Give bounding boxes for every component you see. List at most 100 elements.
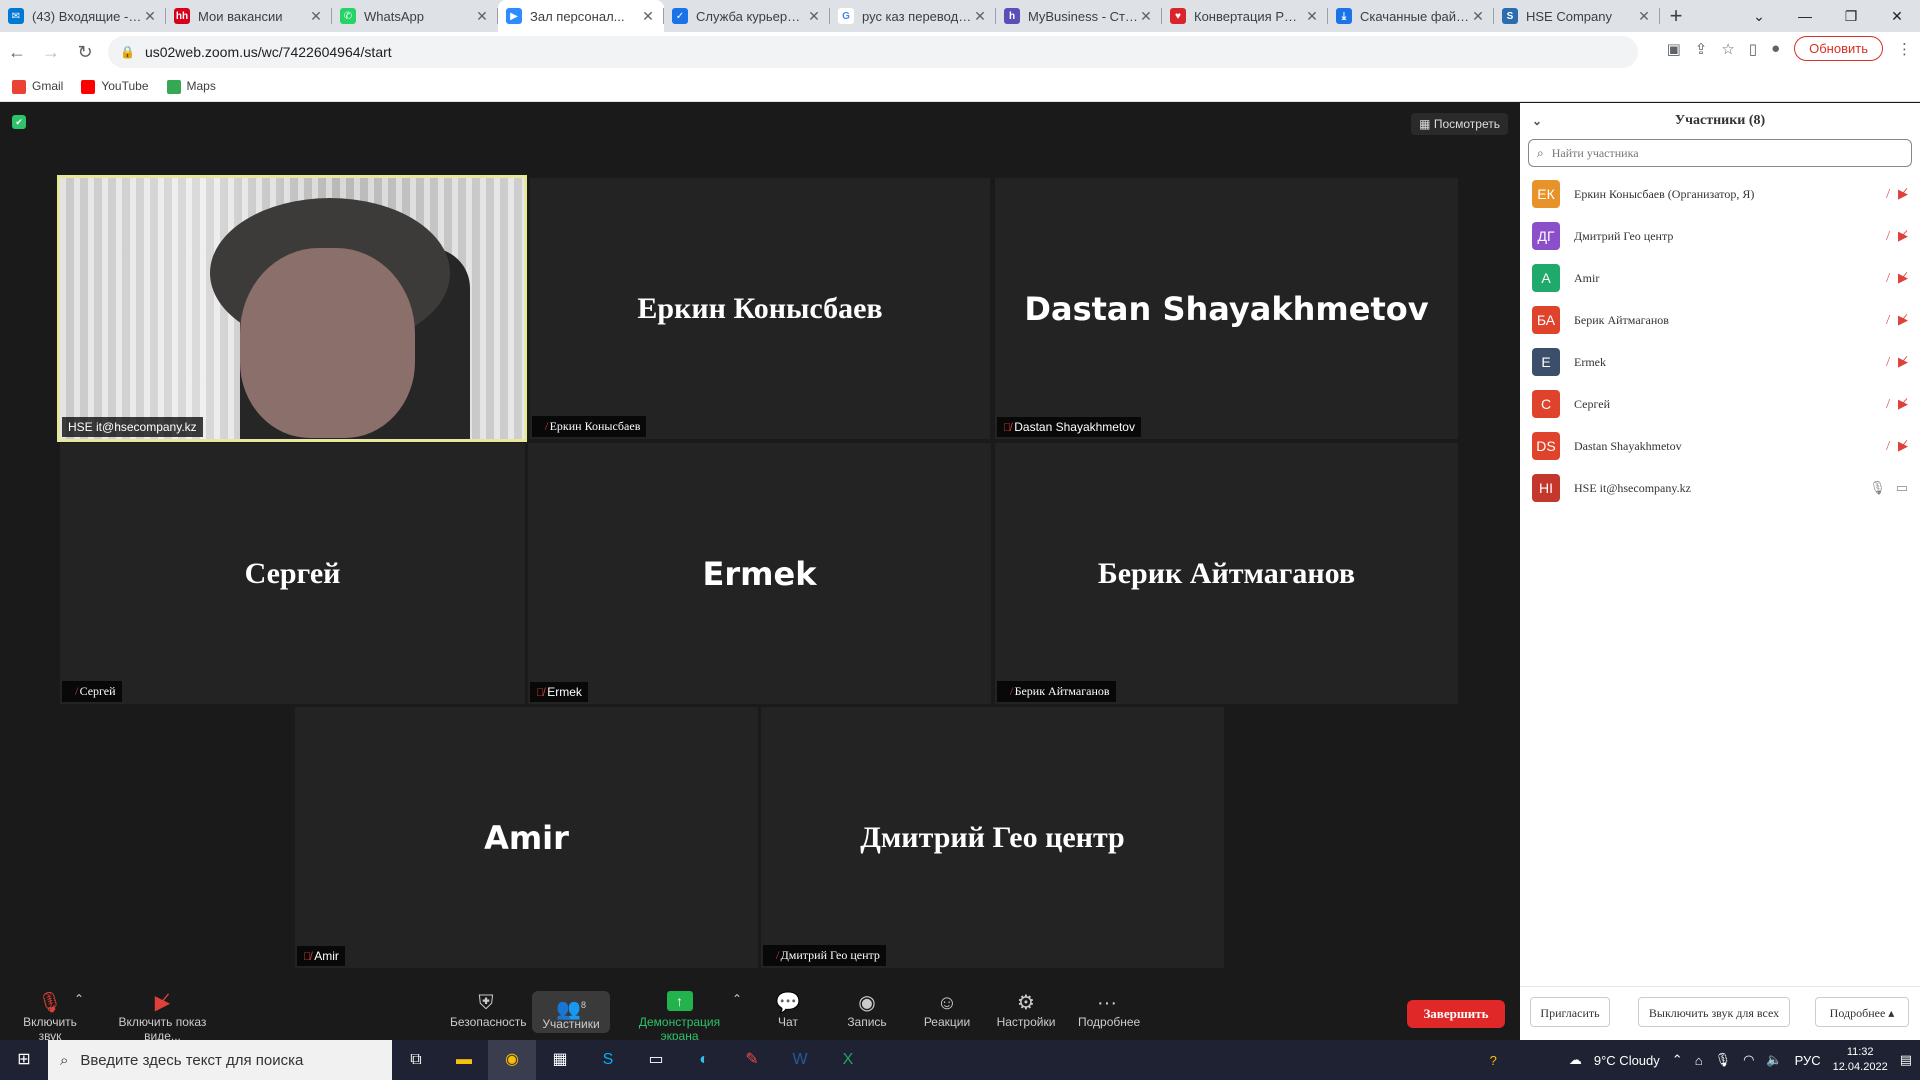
file-explorer-icon[interactable]: ▬ bbox=[440, 1040, 488, 1080]
forward-button[interactable]: → bbox=[34, 42, 68, 63]
tab-close-icon[interactable]: ✕ bbox=[1470, 8, 1486, 25]
participant-row[interactable]: С Сергей 🎙̸ ▶̸ bbox=[1520, 383, 1920, 425]
participant-search-input[interactable]: ⌕ Найти участника bbox=[1528, 139, 1912, 167]
view-button[interactable]: ▦ Посмотреть bbox=[1411, 113, 1508, 135]
tab-close-icon[interactable]: ✕ bbox=[1138, 8, 1154, 25]
browser-tab[interactable]: Gрус каз переводч... ✕ bbox=[830, 0, 996, 32]
participant-row[interactable]: ЕК Еркин Конысбаев (Организатор, Я) 🎙̸ ▶̸ bbox=[1520, 173, 1920, 215]
volume-icon[interactable]: 🔈 bbox=[1766, 1052, 1782, 1068]
video-tile-self[interactable]: HSE it@hsecompany.kz bbox=[57, 175, 527, 442]
mute-all-button[interactable]: Выключить звук для всех bbox=[1638, 997, 1790, 1027]
browser-tab[interactable]: ⤓ Скачанные файлы ✕ bbox=[1328, 0, 1494, 32]
tab-close-icon[interactable]: ✕ bbox=[308, 8, 324, 25]
browser-tab[interactable]: ✓ Служба курьерск... ✕ bbox=[664, 0, 830, 32]
participant-row[interactable]: A Amir 🎙̸ ▶̸ bbox=[1520, 257, 1920, 299]
tab-close-icon[interactable]: ✕ bbox=[142, 8, 158, 25]
browser-tab[interactable]: S HSE Company ✕ bbox=[1494, 0, 1660, 32]
update-button[interactable]: Обновить bbox=[1794, 36, 1883, 61]
share-options-caret[interactable]: ⌃ bbox=[732, 987, 742, 1011]
browser-tab[interactable]: ▶ Зал персонал... ✕ bbox=[498, 0, 664, 32]
scanner-icon[interactable]: ▭ bbox=[632, 1040, 680, 1080]
chrome-icon[interactable]: ◉ bbox=[488, 1040, 536, 1080]
share-screen-button[interactable]: ↑ Демонстрация экрана bbox=[622, 991, 737, 1043]
tab-close-icon[interactable]: ✕ bbox=[972, 8, 988, 25]
network-icon[interactable]: ⌂ bbox=[1695, 1053, 1703, 1068]
participants-button[interactable]: 👥8 Участники bbox=[532, 991, 610, 1033]
taskbar-search-input[interactable]: ⌕ Введите здесь текст для поиска bbox=[48, 1040, 392, 1080]
browser-tab[interactable]: hh Мои вакансии ✕ bbox=[166, 0, 332, 32]
browser-tab[interactable]: ✆ WhatsApp ✕ bbox=[332, 0, 498, 32]
tab-close-icon[interactable]: ✕ bbox=[1636, 8, 1652, 25]
share-icon[interactable]: ⇪ bbox=[1695, 40, 1708, 58]
weather-text[interactable]: 9°C Cloudy bbox=[1594, 1053, 1660, 1068]
tab-close-icon[interactable]: ✕ bbox=[640, 8, 656, 25]
audio-options-caret[interactable]: ⌃ bbox=[74, 987, 84, 1011]
windows-taskbar: ⊞ ⌕ Введите здесь текст для поиска ⧉ ▬ ◉… bbox=[0, 1040, 1920, 1080]
wifi-icon[interactable]: ◠ bbox=[1743, 1052, 1754, 1068]
participant-row[interactable]: БА Берик Айтмаганов 🎙̸ ▶̸ bbox=[1520, 299, 1920, 341]
tab-title: Конвертация PDF... bbox=[1194, 8, 1304, 24]
calculator-icon[interactable]: ▦ bbox=[536, 1040, 584, 1080]
participant-row[interactable]: ДГ Дмитрий Гео центр 🎙̸ ▶̸ bbox=[1520, 215, 1920, 257]
edge-icon[interactable]: ◐ bbox=[680, 1040, 728, 1080]
reload-button[interactable]: ↻ bbox=[68, 42, 102, 63]
participant-row[interactable]: DS Dastan Shayakhmetov 🎙̸ ▶̸ bbox=[1520, 425, 1920, 467]
menu-icon[interactable]: ⋮ bbox=[1897, 40, 1912, 58]
restore-button[interactable]: ❐ bbox=[1828, 0, 1874, 32]
tab-search-icon[interactable]: ⌄ bbox=[1736, 0, 1782, 32]
end-meeting-button[interactable]: Завершить bbox=[1407, 1000, 1505, 1028]
windows-start-icon[interactable]: ⊞ bbox=[0, 1040, 48, 1080]
bookmark-item[interactable]: YouTube bbox=[81, 79, 149, 94]
word-icon[interactable]: W bbox=[776, 1040, 824, 1080]
reactions-icon: ☺ bbox=[936, 992, 958, 1014]
task-view-icon[interactable]: ⧉ bbox=[392, 1040, 440, 1080]
close-window-button[interactable]: ✕ bbox=[1874, 0, 1920, 32]
security-button[interactable]: ⛨ Безопасность bbox=[450, 991, 527, 1029]
start-video-button[interactable]: ▶̸ Включить показ виде... bbox=[100, 991, 225, 1043]
tray-chevron-icon[interactable]: ⌃ bbox=[1672, 1052, 1683, 1068]
reactions-button[interactable]: ☺ Реакции bbox=[920, 991, 974, 1029]
invite-button[interactable]: Пригласить bbox=[1530, 997, 1610, 1027]
tab-close-icon[interactable]: ✕ bbox=[1304, 8, 1320, 25]
weather-icon[interactable]: ☁ bbox=[1569, 1052, 1582, 1068]
bookmark-star-icon[interactable]: ☆ bbox=[1721, 40, 1734, 58]
mic-tray-icon[interactable]: 🎙 bbox=[1715, 1052, 1732, 1068]
bookmark-item[interactable]: Maps bbox=[166, 79, 216, 94]
language-indicator[interactable]: РУС bbox=[1795, 1053, 1821, 1068]
minimize-button[interactable]: — bbox=[1782, 0, 1828, 32]
clock[interactable]: 11:32 12.04.2022 bbox=[1833, 1045, 1888, 1075]
browser-tab[interactable]: ♥ Конвертация PDF... ✕ bbox=[1162, 0, 1328, 32]
video-tile[interactable]: Dastan Shayakhmetov 🎙̸ Dastan Shayakhmeto… bbox=[995, 178, 1458, 439]
url-field[interactable]: 🔒 us02web.zoom.us/wc/7422604964/start bbox=[108, 36, 1638, 68]
collapse-chevron-icon[interactable]: ⌄ bbox=[1532, 103, 1542, 139]
encryption-shield-icon[interactable]: ✔ bbox=[12, 115, 26, 129]
browser-tab[interactable]: ✉ (43) Входящие - П... ✕ bbox=[0, 0, 166, 32]
bookmark-item[interactable]: Gmail bbox=[12, 79, 63, 94]
more-button[interactable]: ··· Подробнее bbox=[1078, 991, 1140, 1029]
video-tile[interactable]: Ermek 🎙̸ Ermek bbox=[528, 443, 991, 704]
camera-icon[interactable]: ▣ bbox=[1667, 40, 1681, 58]
chat-button[interactable]: 💬 Чат bbox=[768, 991, 808, 1029]
video-tile[interactable]: Берик Айтмаганов 🎙̸ Берик Айтмаганов bbox=[995, 443, 1458, 704]
tab-close-icon[interactable]: ✕ bbox=[474, 8, 490, 25]
paint-icon[interactable]: ✎ bbox=[728, 1040, 776, 1080]
help-icon[interactable]: ? bbox=[1490, 1053, 1497, 1068]
participant-row[interactable]: HI HSE it@hsecompany.kz 🎙 ▭ bbox=[1520, 467, 1920, 509]
new-tab-button[interactable]: + bbox=[1660, 0, 1692, 32]
video-tile[interactable]: Дмитрий Гео центр 🎙̸ Дмитрий Гео центр bbox=[761, 707, 1224, 968]
video-tile[interactable]: Еркин Конысбаев 🎙̸ Еркин Конысбаев bbox=[530, 178, 990, 439]
record-button[interactable]: ◉ Запись bbox=[842, 991, 892, 1029]
browser-tab[interactable]: h MyBusiness - Стат... ✕ bbox=[996, 0, 1162, 32]
skype-icon[interactable]: S bbox=[584, 1040, 632, 1080]
video-tile[interactable]: Сергей 🎙̸ Сергей bbox=[60, 443, 525, 704]
profile-icon[interactable]: ● bbox=[1771, 40, 1780, 57]
panel-more-button[interactable]: Подробнее ▴ bbox=[1815, 997, 1909, 1027]
settings-button[interactable]: ⚙ Настройки bbox=[996, 991, 1056, 1029]
participant-row[interactable]: E Ermek 🎙̸ ▶̸ bbox=[1520, 341, 1920, 383]
video-tile[interactable]: Amir 🎙̸ Amir bbox=[295, 707, 758, 968]
notifications-icon[interactable]: ▤ bbox=[1900, 1052, 1912, 1068]
sidebar-icon[interactable]: ▯ bbox=[1749, 40, 1757, 58]
excel-icon[interactable]: X bbox=[824, 1040, 872, 1080]
tab-close-icon[interactable]: ✕ bbox=[806, 8, 822, 25]
back-button[interactable]: ← bbox=[0, 42, 34, 63]
